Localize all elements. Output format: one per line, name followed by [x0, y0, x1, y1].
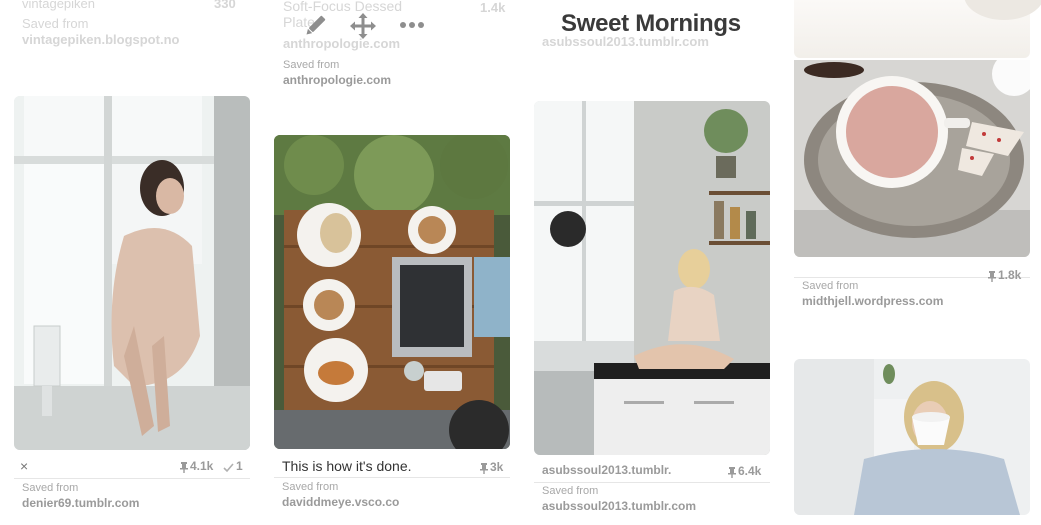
pin3-source-title[interactable]: asubssoul2013.tumblr. — [542, 463, 671, 477]
repin-count: 4.1k — [190, 459, 214, 473]
pin-image-woman-by-window[interactable] — [14, 96, 250, 450]
pin4-source-link[interactable]: midthjell.wordpress.com — [802, 294, 943, 308]
move-board-button[interactable] — [349, 12, 377, 40]
repin-count: 6.4k — [738, 464, 762, 478]
faded-pin-source: vintagepiken — [22, 0, 95, 11]
pin-image-kitchen[interactable] — [534, 101, 770, 455]
faded-pin-saved: Saved from — [22, 16, 89, 31]
pin-icon — [988, 269, 996, 287]
pin-photo — [274, 135, 510, 449]
check-icon — [223, 460, 234, 478]
pin2-source-link[interactable]: daviddmeye.vsco.co — [282, 495, 399, 509]
pin3-source-link[interactable]: asubssoul2013.tumblr.com — [542, 499, 696, 513]
pin-icon — [180, 460, 188, 478]
move-icon — [350, 13, 376, 39]
pin3-stats: 6.4k — [728, 464, 770, 478]
faded-pin-stat: 330 — [214, 0, 236, 11]
divider — [274, 477, 510, 478]
pin-photo — [794, 359, 1030, 515]
pin2-saved-label: Saved from — [282, 481, 339, 493]
pin-top2-source-link[interactable]: anthropologie.com — [283, 73, 391, 87]
more-options-button[interactable] — [398, 18, 426, 32]
pin-icon — [728, 465, 736, 483]
pin4-saved-label: Saved from — [802, 280, 859, 292]
pin-image-coffee-laptop[interactable] — [274, 135, 510, 449]
pin1-saved-label: Saved from — [22, 482, 79, 494]
pencil-icon — [306, 15, 326, 35]
pin3-saved-label: Saved from — [542, 485, 599, 497]
more-icon — [400, 22, 424, 28]
faded-cup-shape — [964, 0, 1041, 20]
repin-count: 3k — [490, 460, 504, 474]
board-title: Sweet Mornings — [561, 10, 741, 37]
pin-photo — [14, 96, 250, 450]
pin-top2-saved-label: Saved from — [283, 59, 340, 71]
faded-pin-stat-2: 1.4k — [480, 0, 506, 15]
close-pin-button[interactable]: × — [20, 458, 28, 474]
pin-image-pink-latte[interactable] — [794, 60, 1030, 257]
divider — [14, 478, 250, 479]
pin1-stats: 4.1k 1 — [180, 459, 250, 473]
faded-pin-url: vintagepiken.blogspot.no — [22, 32, 180, 47]
pin4-stats: 1.8k — [988, 268, 1030, 282]
repin-count: 1.8k — [998, 268, 1022, 282]
edit-board-button[interactable] — [301, 12, 329, 40]
pin-photo — [794, 60, 1030, 257]
pin2-description: This is how it's done. — [282, 458, 412, 474]
pin2-stats: 3k — [480, 460, 520, 474]
divider — [534, 482, 770, 483]
pin-image-woman-drinking[interactable] — [794, 359, 1030, 515]
pin1-source-link[interactable]: denier69.tumblr.com — [22, 496, 139, 510]
pin-photo — [534, 101, 770, 455]
like-count: 1 — [236, 459, 243, 473]
faded-pin-image — [794, 0, 1041, 58]
